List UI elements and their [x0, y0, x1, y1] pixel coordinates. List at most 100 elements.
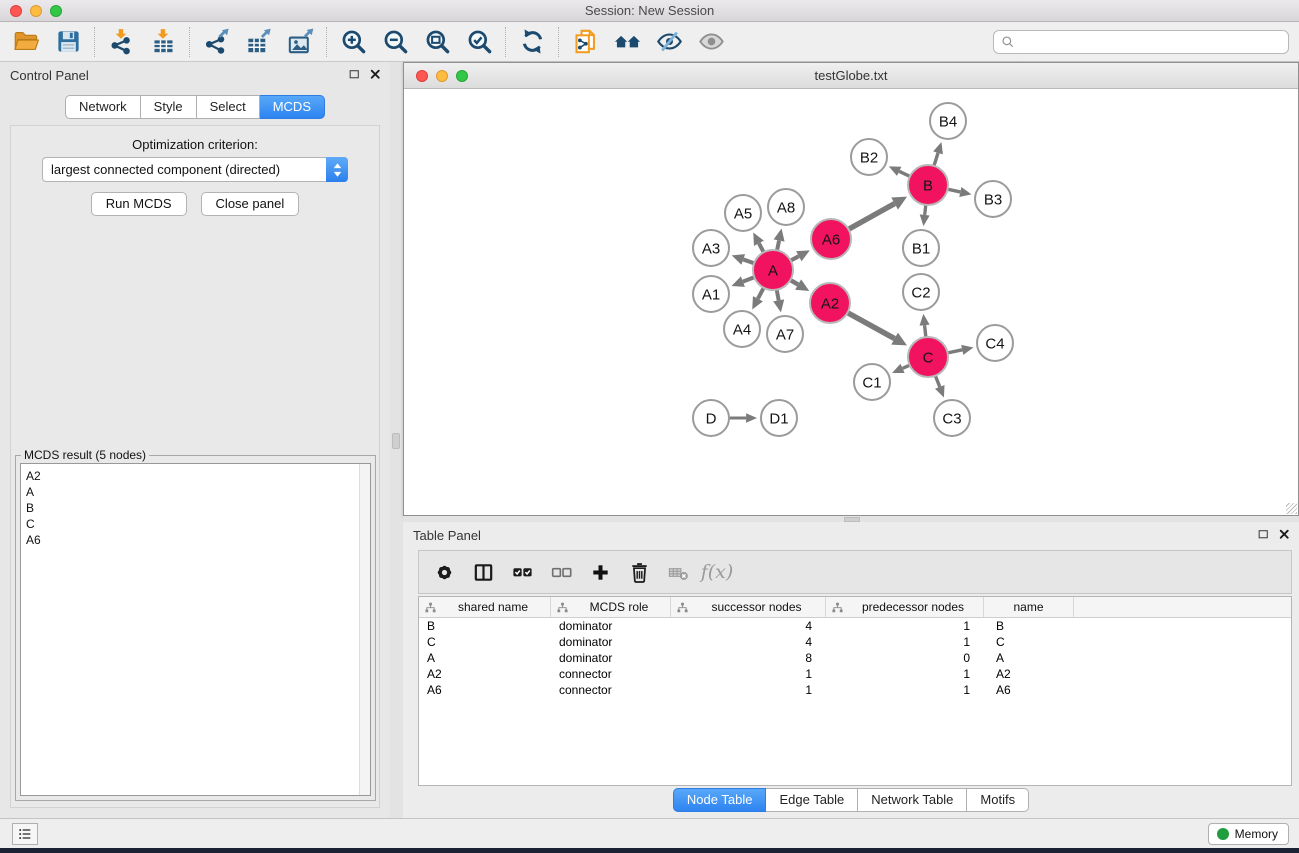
column-header-MCDS-role[interactable]: MCDS role [551, 597, 671, 617]
zoom-fit-button[interactable] [419, 25, 455, 59]
table-cell[interactable]: A [984, 651, 1074, 665]
hide-selected-button[interactable] [651, 25, 687, 59]
network-window-titlebar[interactable]: testGlobe.txt [404, 63, 1298, 89]
refresh-button[interactable] [514, 25, 550, 59]
export-image-button[interactable] [282, 25, 318, 59]
close-panel-button[interactable]: Close panel [201, 192, 300, 216]
mcds-result-item[interactable]: B [26, 500, 370, 516]
table-cell[interactable]: B [419, 619, 551, 633]
graph-node-C2[interactable]: C2 [903, 274, 939, 310]
divider-handle[interactable] [392, 433, 400, 449]
mcds-result-item[interactable]: C [26, 516, 370, 532]
resize-corner-handle[interactable] [1286, 503, 1297, 514]
table-cell[interactable]: dominator [551, 635, 671, 649]
table-row[interactable]: A6connector11A6 [419, 682, 1291, 698]
column-button[interactable] [468, 557, 498, 587]
table-cell[interactable]: 0 [826, 651, 984, 665]
show-selected-button[interactable] [693, 25, 729, 59]
table-cell[interactable]: 1 [671, 683, 826, 697]
zoom-in-button[interactable] [335, 25, 371, 59]
table-cell[interactable]: dominator [551, 651, 671, 665]
graph-node-A4[interactable]: A4 [724, 311, 760, 347]
search-box[interactable] [993, 30, 1289, 54]
table-cell[interactable]: A2 [419, 667, 551, 681]
add-button[interactable] [585, 557, 615, 587]
import-table-button[interactable] [145, 25, 181, 59]
tab-network[interactable]: Network [65, 95, 141, 119]
mcds-result-item[interactable]: A2 [26, 468, 370, 484]
table-cell[interactable]: A6 [984, 683, 1074, 697]
graph-node-A3[interactable]: A3 [693, 230, 729, 266]
zoom-out-button[interactable] [377, 25, 413, 59]
close-panel-icon[interactable] [369, 68, 382, 81]
tab-motifs[interactable]: Motifs [967, 788, 1029, 812]
table-cell[interactable]: connector [551, 667, 671, 681]
delete-table-button[interactable] [663, 557, 693, 587]
table-cell[interactable]: C [419, 635, 551, 649]
select-all-button[interactable] [507, 557, 537, 587]
criterion-dropdown[interactable]: largest connected component (directed) [42, 157, 348, 182]
table-cell[interactable]: A6 [419, 683, 551, 697]
table-cell[interactable]: 1 [826, 619, 984, 633]
memory-button[interactable]: Memory [1208, 823, 1289, 845]
float-panel-icon[interactable] [1257, 528, 1270, 541]
graph-node-B2[interactable]: B2 [851, 139, 887, 175]
graph-node-A5[interactable]: A5 [725, 195, 761, 231]
result-scrollbar[interactable] [359, 464, 370, 795]
table-cell[interactable]: B [984, 619, 1074, 633]
export-table-button[interactable] [240, 25, 276, 59]
mcds-result-item[interactable]: A [26, 484, 370, 500]
tab-node-table[interactable]: Node Table [673, 788, 767, 812]
table-row[interactable]: Bdominator41B [419, 618, 1291, 634]
close-panel-icon[interactable] [1278, 528, 1291, 541]
settings-button[interactable] [429, 557, 459, 587]
tab-mcds[interactable]: MCDS [260, 95, 325, 119]
tab-select[interactable]: Select [197, 95, 260, 119]
graph-node-A[interactable]: A [753, 250, 793, 290]
graph-node-D1[interactable]: D1 [761, 400, 797, 436]
zoom-selected-button[interactable] [461, 25, 497, 59]
import-network-button[interactable] [103, 25, 139, 59]
run-mcds-button[interactable]: Run MCDS [91, 192, 187, 216]
table-cell[interactable]: 1 [826, 635, 984, 649]
table-cell[interactable]: 8 [671, 651, 826, 665]
graph-node-C[interactable]: C [908, 337, 948, 377]
table-cell[interactable]: dominator [551, 619, 671, 633]
graph-node-B4[interactable]: B4 [930, 103, 966, 139]
table-row[interactable]: A2connector11A2 [419, 666, 1291, 682]
table-cell[interactable]: A2 [984, 667, 1074, 681]
table-cell[interactable]: 1 [826, 667, 984, 681]
table-cell[interactable]: 4 [671, 619, 826, 633]
table-cell[interactable]: C [984, 635, 1074, 649]
open-session-button[interactable] [8, 25, 44, 59]
mcds-result-item[interactable]: A6 [26, 532, 370, 548]
network-canvas[interactable]: AA1A2A3A4A5A6A7A8BB1B2B3B4CC1C2C3C4DD1 [404, 89, 1298, 515]
graph-node-C1[interactable]: C1 [854, 364, 890, 400]
graph-node-A2[interactable]: A2 [810, 283, 850, 323]
graph-node-D[interactable]: D [693, 400, 729, 436]
table-cell[interactable]: connector [551, 683, 671, 697]
table-cell[interactable]: 1 [671, 667, 826, 681]
table-cell[interactable]: 4 [671, 635, 826, 649]
delete-button[interactable] [624, 557, 654, 587]
table-cell[interactable]: A [419, 651, 551, 665]
search-input[interactable] [1020, 35, 1281, 50]
column-header-predecessor-nodes[interactable]: predecessor nodes [826, 597, 984, 617]
mcds-result-list[interactable]: A2ABCA6 [20, 463, 371, 796]
graph-node-C3[interactable]: C3 [934, 400, 970, 436]
graph-node-B[interactable]: B [908, 165, 948, 205]
vertical-split-divider[interactable] [390, 62, 403, 818]
tab-style[interactable]: Style [141, 95, 197, 119]
column-header-successor-nodes[interactable]: successor nodes [671, 597, 826, 617]
tab-network-table[interactable]: Network Table [858, 788, 967, 812]
graph-node-A6[interactable]: A6 [811, 219, 851, 259]
graph-edge-A2-C[interactable] [844, 311, 907, 346]
table-row[interactable]: Adominator80A [419, 650, 1291, 666]
new-network-from-selection-button[interactable] [567, 25, 603, 59]
export-network-button[interactable] [198, 25, 234, 59]
save-session-button[interactable] [50, 25, 86, 59]
network-overview-button[interactable] [609, 25, 645, 59]
graph-node-C4[interactable]: C4 [977, 325, 1013, 361]
float-panel-icon[interactable] [348, 68, 361, 81]
graph-node-A7[interactable]: A7 [767, 316, 803, 352]
